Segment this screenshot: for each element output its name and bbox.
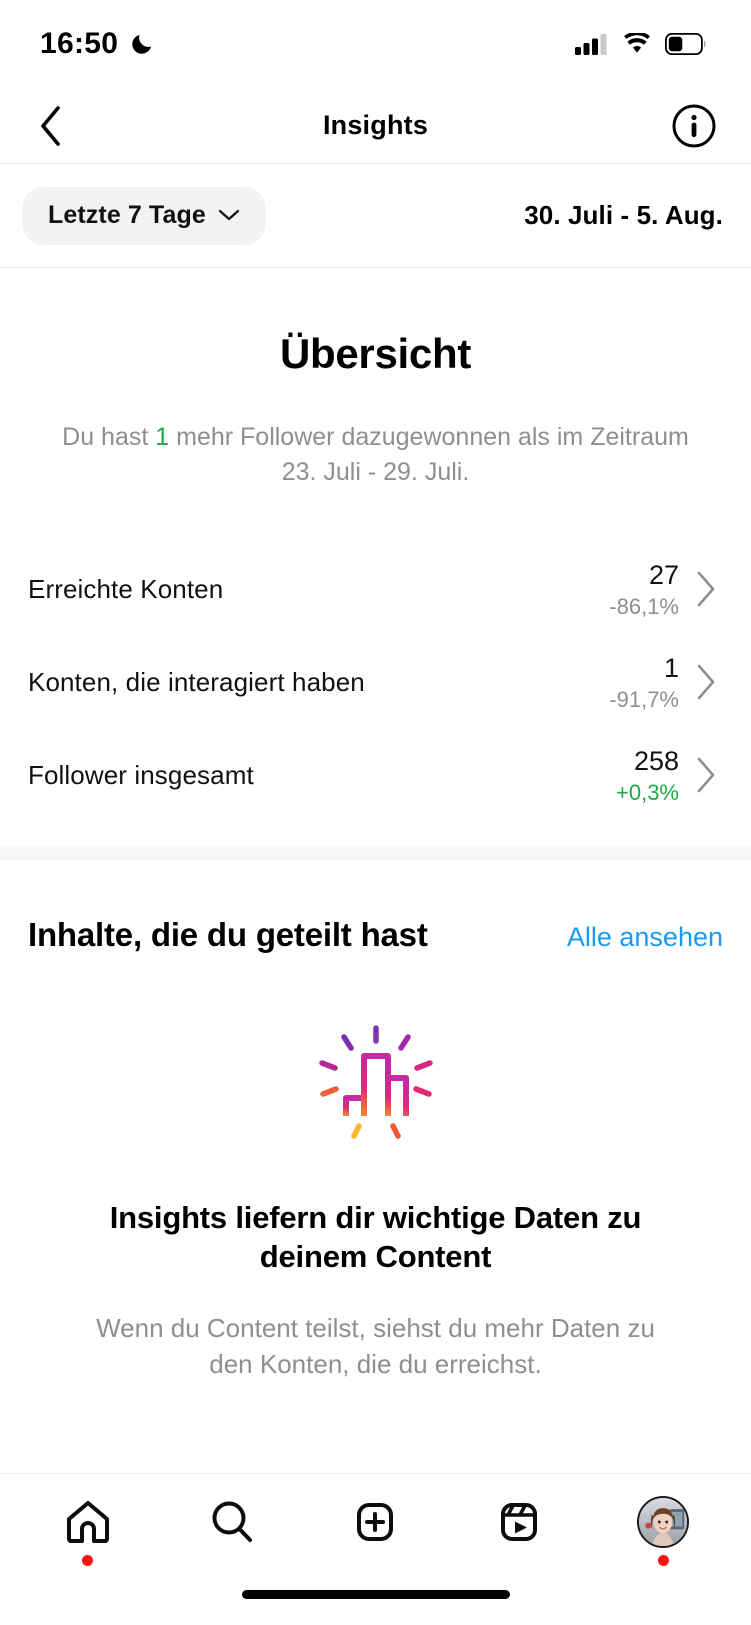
date-range-text: 30. Juli - 5. Aug. (524, 200, 723, 230)
chevron-down-icon (218, 209, 239, 221)
chevron-right-icon (697, 665, 715, 700)
overview-summary-prefix: Du hast (62, 423, 156, 451)
chevron-left-icon (41, 105, 60, 146)
overview-title: Übersicht (279, 330, 472, 377)
shared-content-title: Inhalte, die du geteilt hast (28, 916, 428, 953)
chevron-right-icon (697, 758, 715, 793)
tab-create[interactable] (320, 1496, 430, 1566)
info-circle-icon (672, 104, 716, 147)
home-indicator (241, 1590, 510, 1599)
metric-right: 1 -91,7% (609, 653, 723, 713)
tab-bar (0, 1473, 751, 1625)
metric-right: 27 -86,1% (609, 560, 723, 620)
page-title: Insights (322, 110, 429, 140)
chevron-right-icon (697, 572, 715, 607)
status-bar-left: 16:50 (40, 27, 154, 61)
metric-value: 1 (663, 652, 679, 683)
wifi-icon (624, 32, 650, 53)
filter-bar: Letzte 7 Tage 30. Juli - 5. Aug. (0, 164, 751, 267)
metric-right: 258 +0,3% (616, 746, 723, 806)
metric-delta: -91,7% (609, 686, 679, 712)
tab-home[interactable] (33, 1496, 143, 1566)
overview-summary: Du hast 1 mehr Follower dazugewonnen als… (56, 420, 696, 489)
metric-delta: -86,1% (609, 593, 679, 619)
info-button[interactable] (671, 103, 717, 149)
metric-value: 27 (648, 559, 679, 590)
metric-value: 258 (633, 745, 679, 776)
see-all-link[interactable]: Alle ansehen (567, 922, 723, 953)
metric-label: Erreichte Konten (28, 574, 224, 604)
metric-label: Konten, die interagiert haben (28, 667, 365, 697)
plus-square-icon (350, 1496, 400, 1548)
overview-summary-highlight: 1 (155, 423, 170, 451)
metric-label: Follower insgesamt (28, 760, 254, 790)
date-range-selector[interactable]: Letzte 7 Tage (22, 186, 266, 245)
metric-list: Erreichte Konten 27 -86,1% Konten, die i… (0, 543, 751, 822)
profile-badge-dot (657, 1555, 669, 1566)
home-icon (63, 1496, 113, 1548)
section-divider (0, 846, 751, 860)
empty-state-body: Wenn du Content teilst, siehst du mehr D… (96, 1312, 655, 1379)
insights-screen: 16:50 Insights Letzte 7 Tage 30. Juli - … (0, 0, 751, 1625)
shared-content-header: Inhalte, die du geteilt hast Alle ansehe… (0, 860, 751, 954)
metric-values: 27 -86,1% (609, 560, 679, 620)
empty-state-title: Insights liefern dir wichtige Daten zu d… (109, 1200, 642, 1275)
tab-search[interactable] (177, 1496, 287, 1566)
overview-summary-suffix: mehr Follower dazugewonnen als im Zeitra… (169, 423, 689, 486)
status-bar: 16:50 (0, 0, 751, 88)
metric-row[interactable]: Konten, die interagiert haben 1 -91,7% (28, 636, 723, 729)
metric-row[interactable]: Erreichte Konten 27 -86,1% (28, 543, 723, 636)
tab-list (0, 1474, 751, 1566)
insights-bar-chart-icon (318, 1025, 433, 1139)
reels-icon (494, 1496, 544, 1548)
empty-state: Insights liefern dir wichtige Daten zu d… (0, 954, 751, 1382)
profile-avatar-icon (637, 1496, 690, 1548)
overview-section: Übersicht Du hast 1 mehr Follower dazuge… (0, 268, 751, 822)
home-badge-dot (82, 1555, 94, 1566)
crescent-moon-icon (132, 35, 152, 54)
status-time: 16:50 (40, 27, 119, 60)
metric-values: 258 +0,3% (616, 746, 679, 806)
back-button[interactable] (28, 104, 72, 148)
metric-delta: +0,3% (616, 779, 679, 805)
signal-bars-icon (575, 34, 607, 55)
status-bar-right (575, 32, 707, 56)
tab-reels[interactable] (464, 1496, 574, 1566)
metric-row[interactable]: Follower insgesamt 258 +0,3% (28, 729, 723, 822)
date-range-selector-label: Letzte 7 Tage (48, 200, 206, 229)
metric-values: 1 -91,7% (609, 653, 679, 713)
nav-header: Insights (0, 88, 751, 163)
battery-icon (665, 33, 706, 55)
search-icon (207, 1496, 257, 1548)
tab-profile[interactable] (608, 1496, 718, 1566)
avatar (637, 1496, 690, 1548)
